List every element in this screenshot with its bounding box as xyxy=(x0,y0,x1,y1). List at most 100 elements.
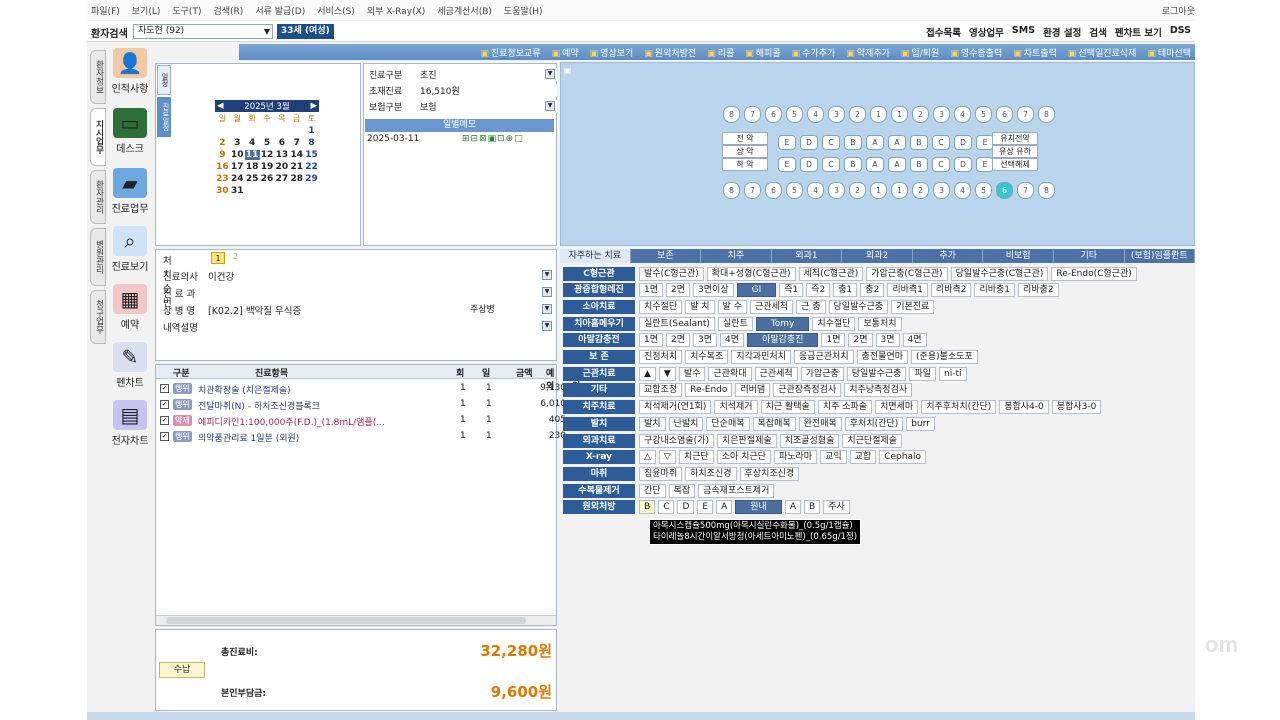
info-value[interactable]: 16,510원 xyxy=(417,84,557,97)
procedure-button[interactable]: △ xyxy=(639,450,656,465)
procedure-button[interactable]: 원내 xyxy=(735,500,782,515)
procedure-button[interactable]: 2면 xyxy=(666,283,691,298)
row-checkbox[interactable]: ✓ xyxy=(160,384,169,393)
calendar-day[interactable]: 3 xyxy=(230,138,245,148)
tooth-icon[interactable]: 4 xyxy=(807,182,824,199)
top-link[interactable]: 검색 xyxy=(1089,25,1106,39)
procedure-button[interactable]: 1면 xyxy=(639,283,664,298)
procedure-button[interactable]: 근관확대 xyxy=(708,366,752,381)
calendar-day[interactable]: 2 xyxy=(215,138,230,148)
menu-item[interactable]: 보기(L) xyxy=(132,4,161,17)
procedure-button[interactable]: 3면 xyxy=(875,333,900,348)
procedure-button[interactable]: 교합조정 xyxy=(639,383,683,398)
procedure-button[interactable]: 1면 xyxy=(821,333,846,348)
tooth-icon[interactable]: D xyxy=(800,135,818,150)
table-row[interactable]: ✓ 약제 에피디카인1:100,000주(F.D.)_(1.8mL/앰플(... 1 1… xyxy=(156,413,566,429)
procedure-category-label[interactable]: 근관치료 xyxy=(563,366,635,381)
menu-item[interactable]: 도움말(H) xyxy=(504,4,543,17)
procedure-button[interactable]: 파노라마 xyxy=(773,450,818,465)
tooth-icon[interactable]: 3 xyxy=(828,106,845,123)
procedure-button[interactable]: 당일발수근충 xyxy=(828,299,889,314)
procedure-button[interactable]: 치수복조 xyxy=(685,350,729,364)
category-tab[interactable]: 자주하는 치료 xyxy=(560,249,631,263)
category-tab[interactable]: 외과2 xyxy=(842,249,913,263)
row-checkbox[interactable]: ✓ xyxy=(160,432,169,441)
tooth-icon[interactable]: 3 xyxy=(933,106,950,123)
category-tab[interactable]: 보존 xyxy=(631,249,702,263)
category-tab[interactable]: 기타 xyxy=(1054,249,1125,263)
procedure-button[interactable]: 발 치 xyxy=(685,299,715,314)
table-header-cell[interactable]: 회 xyxy=(456,366,464,379)
treatment-value[interactable]: [K02.2] 백악질 우식증 xyxy=(208,303,301,317)
info-value[interactable]: 초진 xyxy=(417,68,557,81)
top-link[interactable]: 펜차트 보기 xyxy=(1115,25,1162,39)
toolbar-button[interactable]: 예약 xyxy=(552,46,579,59)
tooth-icon[interactable]: C xyxy=(822,135,840,150)
procedure-button[interactable]: 치석제거 xyxy=(714,400,758,415)
menu-item[interactable]: 검색(R) xyxy=(213,4,243,17)
jaw-select-button[interactable]: 상 악 xyxy=(722,145,768,158)
procedure-button[interactable]: ▲ xyxy=(639,366,656,381)
procedure-button[interactable]: 응급근관처치 xyxy=(793,350,854,364)
tooth-icon[interactable]: 2 xyxy=(912,106,929,123)
chart-menu-icon[interactable]: ▣ xyxy=(564,66,572,75)
calendar-day[interactable]: 16 xyxy=(215,162,230,172)
procedure-button[interactable]: 리바충1 xyxy=(974,283,1016,298)
sidebar-item[interactable]: ⌕ 진료보기 xyxy=(108,226,152,273)
sidebar-item[interactable]: ▰ 진료업무 xyxy=(108,168,152,215)
procedure-button[interactable]: 지각과민처치 xyxy=(731,350,791,364)
chevron-down-icon[interactable]: ▼ xyxy=(545,69,555,79)
procedure-button[interactable]: 러버댐 xyxy=(735,383,771,398)
procedure-button[interactable]: 복잡매복 xyxy=(752,416,796,431)
procedure-button[interactable]: 치주낭측정검사 xyxy=(844,383,913,398)
tooth-icon[interactable]: 1 xyxy=(891,182,908,199)
tooth-icon[interactable]: 7 xyxy=(744,106,761,123)
table-header-cell[interactable]: 진료항목 xyxy=(255,366,288,379)
jaw-select-button[interactable]: 전 악 xyxy=(722,132,768,145)
procedure-button[interactable]: 즉1 xyxy=(779,283,804,298)
procedure-button[interactable]: 간단 xyxy=(639,483,666,498)
procedure-category-label[interactable]: 광중합형레진 xyxy=(563,283,635,298)
toolbar-button[interactable]: 진료정보교류 xyxy=(480,46,541,59)
procedure-button[interactable]: 3면이상 xyxy=(693,283,734,298)
tooth-icon[interactable]: 6 xyxy=(996,182,1013,199)
tooth-icon[interactable]: 5 xyxy=(975,106,992,123)
tooth-icon[interactable]: 7 xyxy=(744,182,761,199)
row-checkbox[interactable]: ✓ xyxy=(160,416,169,425)
top-link[interactable]: SMS xyxy=(1012,25,1035,39)
tooth-icon[interactable]: B xyxy=(844,157,862,172)
procedure-button[interactable]: 치근단 xyxy=(678,450,714,465)
procedure-button[interactable]: 4면 xyxy=(720,333,745,348)
procedure-button[interactable]: GI xyxy=(736,283,777,298)
top-link[interactable]: 접수목록 xyxy=(926,25,961,39)
category-tab[interactable]: 비보험 xyxy=(983,249,1054,263)
calendar-day[interactable]: 23 xyxy=(215,174,230,184)
chevron-down-icon[interactable]: ▼ xyxy=(542,287,552,297)
procedure-button[interactable]: 후처치(간단) xyxy=(844,416,904,431)
procedure-button[interactable]: ▽ xyxy=(658,450,676,465)
procedure-button[interactable]: 주사 xyxy=(823,500,850,515)
tooth-icon[interactable]: 6 xyxy=(765,182,782,199)
top-link[interactable]: DSS xyxy=(1170,25,1191,39)
procedure-button[interactable]: 치은판절제술 xyxy=(716,433,777,448)
memo-toolbar-icons[interactable]: ⊞⊟⊠▣⊡⊕□ xyxy=(462,134,524,144)
procedure-button[interactable]: 근관세척 xyxy=(749,299,794,314)
procedure-button[interactable]: 파일 xyxy=(909,366,937,381)
treatment-value[interactable]: 이건강 xyxy=(208,269,234,283)
procedure-button[interactable]: 발 수 xyxy=(717,299,747,314)
vertical-tab[interactable]: 병원관리 xyxy=(90,228,106,286)
procedure-button[interactable]: 아말감충진 xyxy=(747,333,819,348)
procedure-button[interactable]: Cephalo xyxy=(879,450,926,465)
procedure-button[interactable]: 구강내소염술(가) xyxy=(639,433,714,448)
procedure-category-label[interactable]: X-ray xyxy=(563,450,635,465)
tooth-icon[interactable]: C xyxy=(822,157,840,172)
procedure-button[interactable]: B xyxy=(804,500,821,515)
procedure-button[interactable]: Tomy xyxy=(755,316,810,331)
tooth-icon[interactable]: A xyxy=(866,135,884,150)
primary-select-button[interactable]: 유치전악 xyxy=(992,132,1038,145)
tooth-icon[interactable]: E xyxy=(778,135,796,150)
procedure-button[interactable]: 실란트(Sealant) xyxy=(639,316,715,331)
procedure-button[interactable]: 확대+성형(C형근관) xyxy=(706,266,796,281)
sidebar-item[interactable]: 👤 인적사항 xyxy=(108,48,152,95)
tooth-icon[interactable]: A xyxy=(888,157,906,172)
